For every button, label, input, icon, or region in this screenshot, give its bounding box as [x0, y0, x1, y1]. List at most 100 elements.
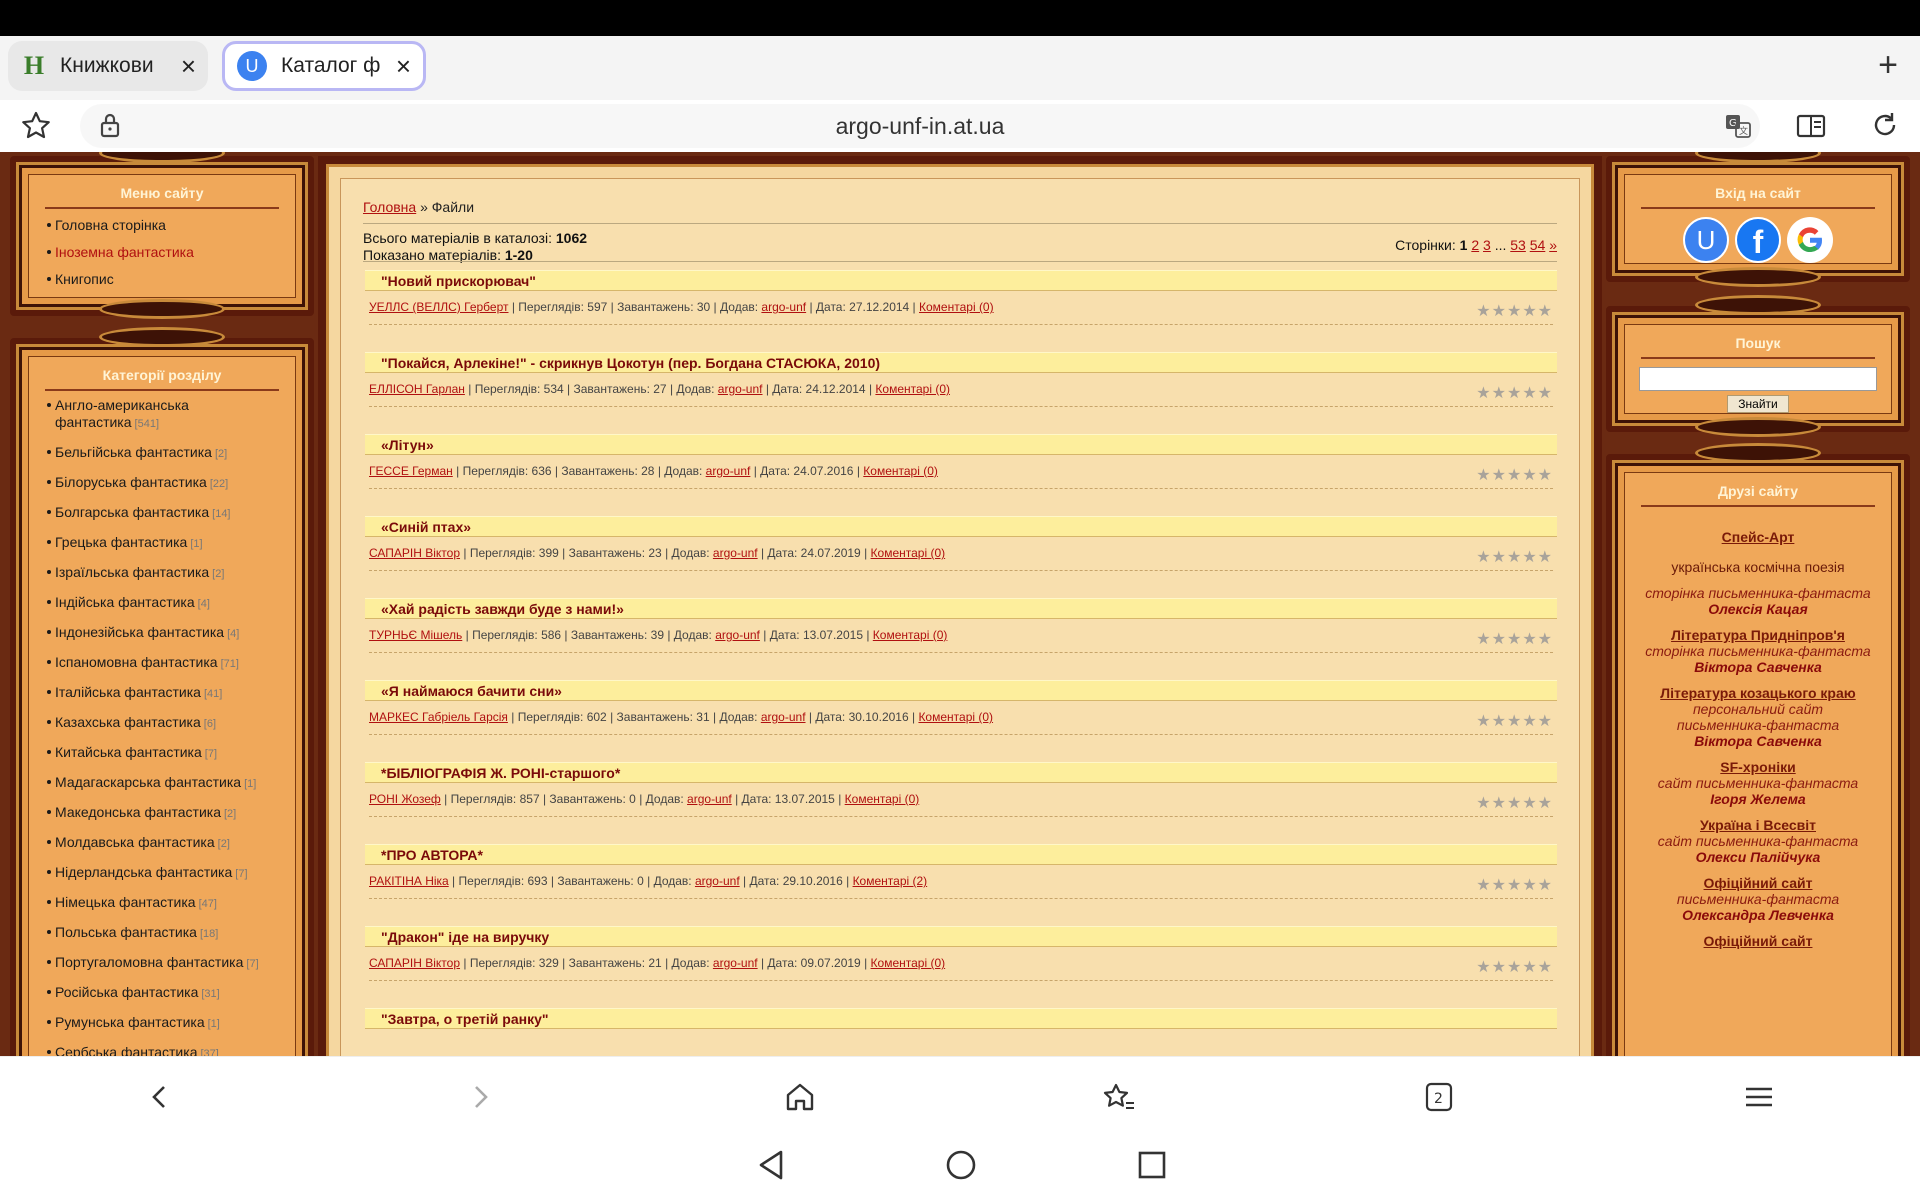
category-item[interactable]: Казахська фантастика [6]	[47, 714, 295, 733]
system-back-icon[interactable]	[756, 1148, 786, 1182]
friend-link[interactable]: Література Придніпров'я	[1641, 627, 1875, 643]
menu-item-knyhopys[interactable]: Книгопис	[47, 271, 295, 287]
uploader-link[interactable]: argo-unf	[715, 628, 760, 642]
author-link[interactable]: РАКІТІНА Ніка	[369, 874, 449, 888]
system-recents-icon[interactable]	[1136, 1148, 1168, 1182]
reload-icon[interactable]	[1870, 110, 1900, 140]
rating-stars[interactable]: ★★★★★	[1476, 711, 1553, 731]
page-link[interactable]: 53	[1510, 237, 1526, 253]
search-button[interactable]: Знайти	[1727, 395, 1789, 413]
page-link[interactable]: 54	[1530, 237, 1546, 253]
comments-link[interactable]: Коментарі (0)	[919, 300, 994, 314]
file-title-link[interactable]: "Дракон" іде на виручку	[365, 926, 1557, 947]
uploader-link[interactable]: argo-unf	[706, 464, 751, 478]
author-link[interactable]: ТУРНЬЄ Мішель	[369, 628, 462, 642]
new-tab-icon[interactable]: +	[1878, 48, 1898, 82]
facebook-login-icon[interactable]: f	[1735, 217, 1781, 263]
url-field[interactable]: argo-unf-in.at.ua	[80, 104, 1760, 148]
rating-stars[interactable]: ★★★★★	[1476, 629, 1553, 649]
close-tab-icon[interactable]: ×	[181, 53, 196, 79]
forward-icon[interactable]	[468, 1077, 492, 1117]
breadcrumb-home-link[interactable]: Головна	[363, 199, 416, 215]
rating-stars[interactable]: ★★★★★	[1476, 793, 1553, 813]
uploader-link[interactable]: argo-unf	[761, 300, 806, 314]
bookmark-star-icon[interactable]	[20, 110, 52, 142]
reader-mode-icon[interactable]	[1796, 112, 1826, 140]
comments-link[interactable]: Коментарі (0)	[873, 628, 948, 642]
uploader-link[interactable]: argo-unf	[687, 792, 732, 806]
file-title-link[interactable]: «Хай радість завжди буде з нами!»	[365, 598, 1557, 619]
category-item[interactable]: Італійська фантастика [41]	[47, 684, 295, 703]
category-item[interactable]: Грецька фантастика [1]	[47, 534, 295, 553]
category-item[interactable]: Бельгійська фантастика [2]	[47, 444, 295, 463]
rating-stars[interactable]: ★★★★★	[1476, 547, 1553, 567]
friend-link[interactable]: SF-хроніки	[1641, 759, 1875, 775]
author-link[interactable]: УЕЛЛС (ВЕЛЛС) Герберт	[369, 300, 509, 314]
next-page-link[interactable]: »	[1549, 237, 1557, 253]
friend-link[interactable]: Україна і Всесвіт	[1641, 817, 1875, 833]
comments-link[interactable]: Коментарі (0)	[871, 956, 946, 970]
category-item[interactable]: Болгарська фантастика [14]	[47, 504, 295, 523]
category-item[interactable]: Португаломовна фантастика [7]	[47, 954, 295, 973]
uploader-link[interactable]: argo-unf	[713, 956, 758, 970]
file-title-link[interactable]: «Синій птах»	[365, 516, 1557, 537]
file-title-link[interactable]: «Я наймаюся бачити сни»	[365, 680, 1557, 701]
file-title-link[interactable]: *ПРО АВТОРА*	[365, 844, 1557, 865]
back-icon[interactable]	[148, 1077, 172, 1117]
author-link[interactable]: ЕЛЛІСОН Гарлан	[369, 382, 465, 396]
uploader-link[interactable]: argo-unf	[761, 710, 806, 724]
friend-link[interactable]: Література козацького краю	[1641, 685, 1875, 701]
page-link[interactable]: 3	[1483, 237, 1491, 253]
page-link[interactable]: 2	[1471, 237, 1479, 253]
translate-icon[interactable]: G文	[1724, 112, 1752, 140]
file-title-link[interactable]: "Покайся, Арлекіне!" - скрикнув Цокотун …	[365, 352, 1557, 373]
comments-link[interactable]: Коментарі (0)	[918, 710, 993, 724]
rating-stars[interactable]: ★★★★★	[1476, 875, 1553, 895]
uploader-link[interactable]: argo-unf	[713, 546, 758, 560]
category-item[interactable]: Молдавська фантастика [2]	[47, 834, 295, 853]
category-item[interactable]: Російська фантастика [31]	[47, 984, 295, 1003]
category-item[interactable]: Китайська фантастика [7]	[47, 744, 295, 763]
friend-link[interactable]: Спейс-Арт	[1641, 529, 1875, 545]
category-item[interactable]: Нідерландська фантастика [7]	[47, 864, 295, 883]
category-item[interactable]: Ізраїльська фантастика [2]	[47, 564, 295, 583]
rating-stars[interactable]: ★★★★★	[1476, 383, 1553, 403]
rating-stars[interactable]: ★★★★★	[1476, 301, 1553, 321]
category-item[interactable]: Індонезійська фантастика [4]	[47, 624, 295, 643]
category-item[interactable]: Індійська фантастика [4]	[47, 594, 295, 613]
ucoz-login-icon[interactable]: U	[1683, 217, 1729, 263]
friend-link[interactable]: Офіційний сайт	[1641, 875, 1875, 891]
comments-link[interactable]: Коментарі (0)	[845, 792, 920, 806]
category-item[interactable]: Сербська фантастика [37]	[47, 1044, 295, 1056]
file-title-link[interactable]: «Літун»	[365, 434, 1557, 455]
rating-stars[interactable]: ★★★★★	[1476, 957, 1553, 977]
comments-link[interactable]: Коментарі (0)	[871, 546, 946, 560]
lock-icon[interactable]	[98, 112, 122, 138]
category-item[interactable]: Білоруська фантастика [22]	[47, 474, 295, 493]
category-item[interactable]: Македонська фантастика [2]	[47, 804, 295, 823]
category-item[interactable]: Англо-американська фантастика [541]	[47, 397, 295, 433]
category-item[interactable]: Іспаномовна фантастика [71]	[47, 654, 295, 673]
author-link[interactable]: САПАРІН Віктор	[369, 956, 460, 970]
bookmarks-icon[interactable]	[1102, 1077, 1136, 1117]
menu-icon[interactable]	[1744, 1077, 1774, 1117]
comments-link[interactable]: Коментарі (2)	[853, 874, 928, 888]
tab-books[interactable]: H Книжкови ×	[8, 41, 208, 91]
author-link[interactable]: САПАРІН Віктор	[369, 546, 460, 560]
file-title-link[interactable]: "Завтра, о третій ранку"	[365, 1008, 1557, 1029]
category-item[interactable]: Польська фантастика [18]	[47, 924, 295, 943]
search-input[interactable]	[1639, 367, 1877, 391]
menu-item-foreign-sf[interactable]: Іноземна фантастика	[47, 244, 295, 260]
google-login-icon[interactable]	[1787, 217, 1833, 263]
author-link[interactable]: МАРКЕС Габріель Гарсія	[369, 710, 508, 724]
friend-link[interactable]: Офіційний сайт	[1641, 933, 1875, 949]
author-link[interactable]: ГЕССЕ Герман	[369, 464, 453, 478]
author-link[interactable]: РОНІ Жозеф	[369, 792, 441, 806]
uploader-link[interactable]: argo-unf	[695, 874, 740, 888]
category-item[interactable]: Німецька фантастика [47]	[47, 894, 295, 913]
file-title-link[interactable]: "Новий прискорювач"	[365, 270, 1557, 291]
close-tab-icon[interactable]: ×	[396, 53, 411, 79]
category-item[interactable]: Румунська фантастика [1]	[47, 1014, 295, 1033]
comments-link[interactable]: Коментарі (0)	[875, 382, 950, 396]
menu-item-home[interactable]: Головна сторінка	[47, 217, 295, 233]
